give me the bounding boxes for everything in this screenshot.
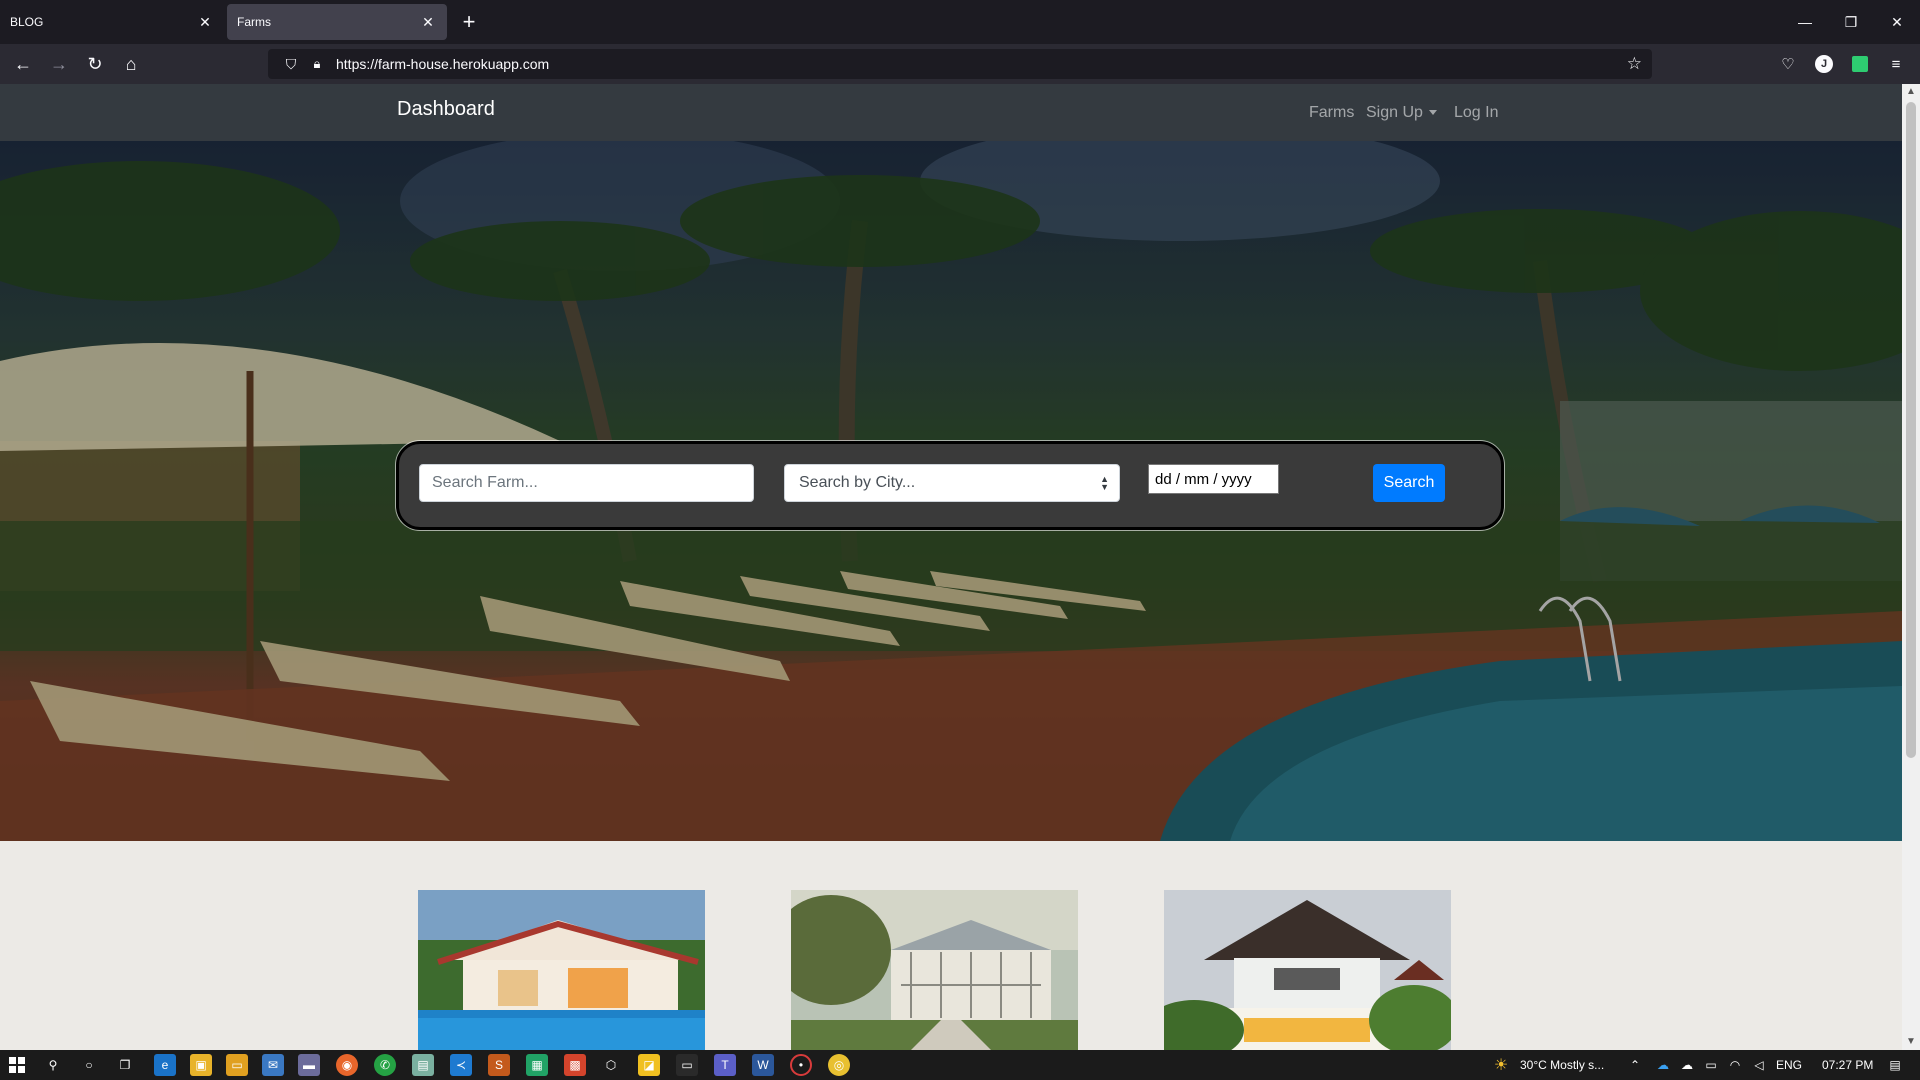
language-indicator[interactable]: ENG [1776,1058,1802,1072]
lock-icon[interactable]: 🔒︎ [306,56,328,72]
page-viewport: Dashboard Farms Sign Up Log In Search Fa… [0,84,1920,1050]
wifi-icon[interactable]: ◠ [1724,1054,1746,1076]
caret-down-icon [1428,110,1437,116]
nav-login-link[interactable]: Log In [1454,104,1498,122]
unity-icon[interactable]: ⬡ [600,1054,622,1076]
villa-pool-image [418,890,705,1050]
nav-signup-dropdown[interactable]: Sign Up [1366,104,1437,122]
close-tab-icon[interactable]: ✕ [196,13,214,31]
browser-tab-strip: BLOG ✕ Farms ✕ + — ❐ ✕ [0,0,1920,44]
reload-icon[interactable]: ↻ [81,50,109,78]
sublime-icon[interactable]: S [488,1054,510,1076]
terminal-icon[interactable]: ▭ [676,1054,698,1076]
scroll-down-icon[interactable]: ▼ [1902,1034,1920,1050]
restore-icon[interactable]: ❐ [1828,0,1874,44]
search-button[interactable]: Search [1373,464,1445,502]
folder-app-icon[interactable]: ◪ [638,1054,660,1076]
volume-icon[interactable]: ◁ [1748,1054,1770,1076]
menu-icon[interactable]: ≡ [1884,52,1908,76]
forward-icon[interactable]: → [45,50,73,78]
weather-text[interactable]: 30°C Mostly s... [1520,1058,1604,1072]
whatsapp-icon[interactable]: ✆ [374,1054,396,1076]
page-scrollbar[interactable]: ▲ ▼ [1902,84,1920,1050]
home-icon[interactable]: ⌂ [117,50,145,78]
onedrive-icon[interactable]: ☁ [1652,1054,1674,1076]
vscode-icon[interactable]: ≺ [450,1054,472,1076]
mail-icon[interactable]: ✉ [262,1054,284,1076]
nav-farms-link[interactable]: Farms [1309,104,1354,122]
nav-signup-label: Sign Up [1366,104,1423,121]
farm-card-image[interactable] [418,890,705,1050]
tab-title: Farms [237,15,271,29]
site-navbar: Dashboard Farms Sign Up Log In [0,84,1902,141]
browser-toolbar: ← → ↻ ⌂ ⛉ 🔒︎ https://farm-house.herokuap… [0,44,1920,84]
tab-title: BLOG [10,15,44,29]
chrome-icon[interactable]: ◎ [828,1054,850,1076]
pocket-icon[interactable]: ♡ [1776,52,1800,76]
city-select-value: Search by City... [799,474,916,491]
task-view-icon[interactable]: ❐ [114,1054,136,1076]
select-arrows-icon: ▲ ▼ [1100,474,1109,492]
weather-icon[interactable]: ☀ [1490,1054,1512,1076]
back-icon[interactable]: ← [9,50,37,78]
edge-icon[interactable]: e [154,1054,176,1076]
brand-link[interactable]: Dashboard [397,98,495,121]
address-bar[interactable]: ⛉ 🔒︎ https://farm-house.herokuapp.com ☆ [268,49,1652,79]
cortana-icon[interactable]: ○ [78,1054,100,1076]
scrollbar-thumb[interactable] [1906,102,1916,758]
url-text[interactable]: https://farm-house.herokuapp.com [336,56,549,72]
extension-icon[interactable] [1848,52,1872,76]
city-select[interactable]: Search by City... ▲ ▼ [784,464,1120,502]
word-icon[interactable]: W [752,1054,774,1076]
scroll-up-icon[interactable]: ▲ [1902,84,1920,100]
farm-card-image[interactable] [791,890,1078,1050]
search-form: Search Farm... Search by City... ▲ ▼ dd /… [396,441,1504,530]
shield-icon[interactable]: ⛉ [276,56,306,73]
pycharm-icon[interactable]: ▦ [526,1054,548,1076]
battery-icon[interactable]: ▭ [1700,1054,1722,1076]
file-explorer-icon[interactable]: ▭ [226,1054,248,1076]
search-farm-input[interactable]: Search Farm... [419,464,754,502]
windows-taskbar: ⚲ ○ ❐ e ▣ ▭ ✉ ▬ ◉ ✆ ▤ ≺ S ▦ ▩ ⬡ ◪ ▭ T W … [0,1050,1920,1080]
hero-banner: Search Farm... Search by City... ▲ ▼ dd /… [0,141,1902,841]
notifications-icon[interactable]: ▤ [1884,1054,1906,1076]
thai-villa-image [1164,890,1451,1050]
tray-expand-icon[interactable]: ⌃ [1624,1054,1646,1076]
store-icon[interactable]: ▣ [190,1054,212,1076]
new-tab-icon[interactable]: + [458,9,480,35]
teams-icon[interactable]: T [714,1054,736,1076]
windows-start-icon[interactable] [6,1054,28,1076]
notes-icon[interactable]: ▤ [412,1054,434,1076]
app-icon[interactable]: ▬ [298,1054,320,1076]
date-input[interactable]: dd / mm / yyyy [1148,464,1279,494]
account-icon[interactable]: J [1812,52,1836,76]
tab-blog[interactable]: BLOG ✕ [0,4,224,40]
farm-card-image[interactable] [1164,890,1451,1050]
firefox-icon[interactable]: ◉ [336,1054,358,1076]
country-house-image [791,890,1078,1050]
record-icon[interactable]: • [790,1054,812,1076]
search-icon[interactable]: ⚲ [42,1054,64,1076]
clock[interactable]: 07:27 PM [1822,1058,1873,1072]
bookmark-star-icon[interactable]: ☆ [1627,54,1642,74]
close-window-icon[interactable]: ✕ [1874,0,1920,44]
minimize-icon[interactable]: — [1782,0,1828,44]
cloud-icon[interactable]: ☁ [1676,1054,1698,1076]
close-tab-icon[interactable]: ✕ [419,13,437,31]
tab-farms[interactable]: Farms ✕ [227,4,447,40]
office-icon[interactable]: ▩ [564,1054,586,1076]
